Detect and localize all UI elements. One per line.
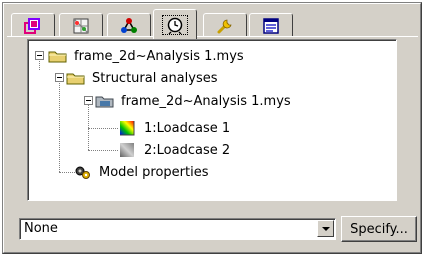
loadcase-select[interactable]: None bbox=[19, 218, 336, 240]
clock-icon bbox=[167, 17, 183, 34]
tree-label-model-properties: Model properties bbox=[99, 164, 209, 180]
results-panel: frame_2d~Analysis 1.mys Structural analy… bbox=[2, 2, 422, 254]
chevron-down-icon bbox=[321, 226, 330, 231]
tab-model[interactable] bbox=[11, 13, 55, 37]
combo-dropdown-button[interactable] bbox=[317, 220, 334, 237]
tree-label-structural: Structural analyses bbox=[92, 70, 218, 86]
wrench-icon bbox=[217, 19, 232, 33]
folder-icon bbox=[66, 73, 85, 85]
folder-icon bbox=[48, 51, 67, 63]
tree-node-root[interactable]: frame_2d~Analysis 1.mys bbox=[48, 46, 244, 66]
tree-connector bbox=[59, 78, 61, 172]
tree-node-loadcase-1[interactable]: 1:Loadcase 1 bbox=[118, 118, 230, 138]
tree-label-loadcase-1: 1:Loadcase 1 bbox=[144, 120, 231, 136]
analysis-folder-icon bbox=[95, 96, 114, 108]
connections-icon bbox=[121, 17, 137, 33]
tree-label-root: frame_2d~Analysis 1.mys bbox=[74, 48, 244, 64]
tab-bar bbox=[7, 7, 419, 39]
tab-tools[interactable] bbox=[203, 13, 247, 37]
tree-node-loadcase-2[interactable]: 2:Loadcase 2 bbox=[118, 140, 230, 160]
tree-node-analysis[interactable]: frame_2d~Analysis 1.mys bbox=[95, 91, 291, 111]
combo-inner-border bbox=[20, 219, 335, 239]
collapse-toggle-structural[interactable] bbox=[55, 73, 64, 82]
model-cubes-icon bbox=[24, 17, 40, 34]
specify-button-label: Specify... bbox=[350, 221, 408, 237]
tree-connector bbox=[88, 150, 118, 152]
mesh-grid-icon bbox=[73, 18, 89, 33]
loadcase-colored-icon bbox=[120, 121, 135, 136]
tab-baseline bbox=[7, 36, 418, 37]
combo-value: None bbox=[24, 221, 58, 236]
tree-connector bbox=[88, 103, 90, 150]
tree-label-loadcase-2: 2:Loadcase 2 bbox=[144, 142, 231, 158]
tab-focus-frame bbox=[162, 14, 188, 35]
tab-mesh[interactable] bbox=[59, 13, 103, 37]
collapse-toggle-root[interactable] bbox=[35, 51, 44, 60]
properties-window-icon bbox=[263, 17, 279, 34]
tree-label-analysis: frame_2d~Analysis 1.mys bbox=[121, 93, 291, 109]
model-properties-icon bbox=[75, 166, 90, 179]
tab-connections[interactable] bbox=[107, 13, 151, 37]
tab-properties[interactable] bbox=[249, 13, 293, 37]
results-tree[interactable]: frame_2d~Analysis 1.mys Structural analy… bbox=[27, 39, 397, 201]
tree-node-structural-analyses[interactable]: Structural analyses bbox=[66, 68, 218, 88]
collapse-toggle-analysis[interactable] bbox=[84, 96, 93, 105]
tree-connector bbox=[88, 128, 118, 130]
specify-button[interactable]: Specify... bbox=[341, 216, 417, 242]
loadcase-gray-icon bbox=[120, 143, 134, 157]
tab-results-clock[interactable] bbox=[153, 9, 197, 39]
tree-node-model-properties[interactable]: Model properties bbox=[73, 162, 209, 182]
